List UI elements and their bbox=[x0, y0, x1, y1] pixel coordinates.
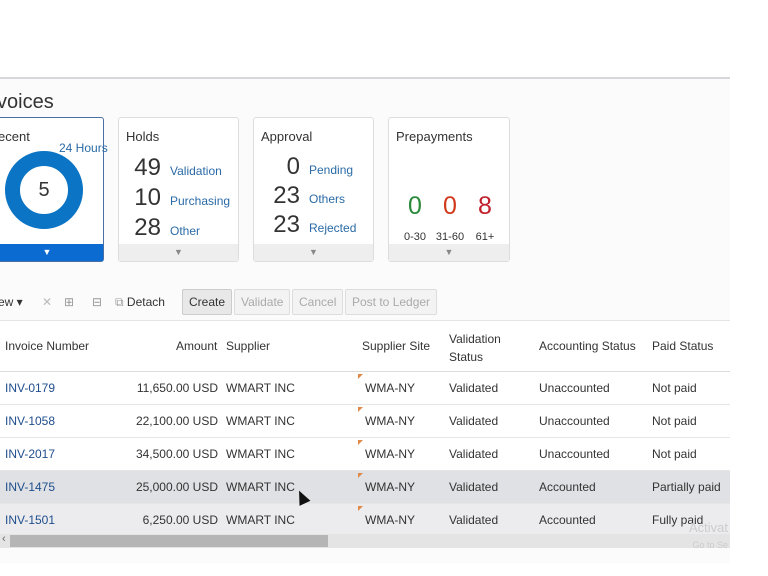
supplier: WMART INC bbox=[226, 447, 295, 461]
page-title: voices bbox=[0, 91, 54, 113]
flag-icon bbox=[358, 473, 363, 478]
accounting-status: Accounted bbox=[539, 513, 596, 527]
scroll-left-icon[interactable]: ‹ bbox=[2, 533, 6, 545]
supplier: WMART INC bbox=[226, 414, 295, 428]
toolbar: ew ▾ ✕ ⊞ ⊟ ⧉ Detach Create Validate Canc… bbox=[0, 289, 730, 317]
prepay-label: 31-60 bbox=[435, 231, 465, 243]
validation-status: Validated bbox=[449, 513, 499, 527]
col-validation-status[interactable]: Validation Status bbox=[449, 330, 511, 366]
col-accounting-status[interactable]: Accounting Status bbox=[539, 339, 636, 353]
prepayments-tile[interactable]: Prepayments 0 0 8 0-30 31-60 61+ ▼ bbox=[388, 117, 510, 262]
invoices-workarea: voices ecent 24 Hours 5 ▼ Holds 49 Valida… bbox=[0, 77, 730, 563]
paid-status: Not paid bbox=[652, 381, 697, 395]
invoice-number-link[interactable]: INV-1475 bbox=[5, 471, 55, 504]
supplier: WMART INC bbox=[226, 480, 295, 494]
table-row[interactable]: INV-1058 22,100.00 USD WMART INC WMA-NY Vali… bbox=[0, 405, 730, 438]
approval-tile[interactable]: Approval 0 Pending 23 Others 23 Rejected ▼ bbox=[253, 117, 374, 262]
invoice-number-link[interactable]: INV-0179 bbox=[5, 372, 55, 405]
recent-title: ecent bbox=[0, 129, 30, 144]
expand-icon[interactable]: ▼ bbox=[254, 244, 373, 261]
accounting-status: Unaccounted bbox=[539, 381, 610, 395]
table-header: Invoice Number Amount Supplier Supplier … bbox=[0, 320, 730, 372]
expand-icon[interactable]: ▼ bbox=[0, 244, 103, 261]
watermark-text: Activat bbox=[688, 520, 728, 535]
validate-button[interactable]: Validate bbox=[234, 289, 291, 315]
amount: 6,250.00 USD bbox=[142, 513, 218, 527]
flag-icon bbox=[358, 506, 363, 511]
holds-other[interactable]: 28 Other bbox=[119, 214, 200, 242]
supplier-site: WMA-NY bbox=[365, 447, 415, 461]
flag-icon bbox=[358, 374, 363, 379]
validation-status: Validated bbox=[449, 414, 499, 428]
flag-icon bbox=[358, 407, 363, 412]
approval-title: Approval bbox=[261, 129, 313, 144]
col-paid-status[interactable]: Paid Status bbox=[652, 339, 713, 353]
table-row[interactable]: INV-2017 34,500.00 USD WMART INC WMA-NY Vali… bbox=[0, 438, 730, 471]
paid-status: Not paid bbox=[652, 414, 697, 428]
validation-status: Validated bbox=[449, 447, 499, 461]
col-amount[interactable]: Amount bbox=[176, 339, 217, 353]
amount: 34,500.00 USD bbox=[135, 447, 218, 461]
prepay-label: 0-30 bbox=[403, 231, 427, 243]
expand-icon[interactable]: ▼ bbox=[389, 244, 509, 261]
flag-icon bbox=[358, 440, 363, 445]
top-accent bbox=[315, 77, 730, 79]
supplier: WMART INC bbox=[226, 381, 295, 395]
create-button[interactable]: Create bbox=[182, 289, 233, 315]
delete-icon[interactable]: ✕ bbox=[42, 289, 52, 315]
invoice-number-link[interactable]: INV-2017 bbox=[5, 438, 55, 471]
table-row[interactable]: INV-1475 25,000.00 USD WMART INC WMA-NY Vali… bbox=[0, 471, 730, 504]
col-supplier[interactable]: Supplier bbox=[226, 339, 270, 353]
supplier-site: WMA-NY bbox=[365, 513, 415, 527]
prepay-0-30-count[interactable]: 0 bbox=[400, 192, 430, 221]
prepay-61-count[interactable]: 8 bbox=[470, 192, 500, 221]
supplier-site: WMA-NY bbox=[365, 381, 415, 395]
wrap-icon[interactable]: ⊟ bbox=[92, 289, 102, 315]
validation-status: Validated bbox=[449, 381, 499, 395]
detach-button[interactable]: ⧉ Detach bbox=[115, 289, 165, 315]
accounting-status: Unaccounted bbox=[539, 414, 610, 428]
recent-tile[interactable]: ecent 24 Hours 5 ▼ bbox=[0, 117, 108, 262]
approval-pending[interactable]: 0 Pending bbox=[258, 153, 353, 181]
accounting-status: Unaccounted bbox=[539, 447, 610, 461]
recent-period[interactable]: 24 Hours bbox=[59, 141, 108, 155]
col-supplier-site[interactable]: Supplier Site bbox=[362, 339, 430, 353]
amount: 22,100.00 USD bbox=[135, 414, 218, 428]
holds-validation[interactable]: 49 Validation bbox=[119, 154, 222, 182]
paid-status: Partially paid bbox=[652, 480, 721, 494]
expand-icon[interactable]: ▼ bbox=[119, 244, 238, 261]
accounting-status: Accounted bbox=[539, 480, 596, 494]
table-row[interactable]: INV-0179 11,650.00 USD WMART INC WMA-NY Vali… bbox=[0, 372, 730, 405]
supplier: WMART INC bbox=[226, 513, 295, 527]
prepay-label: 61+ bbox=[475, 231, 495, 243]
supplier-site: WMA-NY bbox=[365, 480, 415, 494]
amount: 11,650.00 USD bbox=[136, 381, 218, 395]
recent-donut[interactable]: 5 bbox=[5, 151, 83, 229]
col-invoice-number[interactable]: Invoice Number bbox=[5, 339, 89, 353]
view-menu[interactable]: ew ▾ bbox=[0, 289, 23, 315]
amount: 25,000.00 USD bbox=[135, 480, 218, 494]
detach-icon: ⧉ bbox=[115, 295, 124, 309]
freeze-icon[interactable]: ⊞ bbox=[64, 289, 74, 315]
invoices-table: Invoice Number Amount Supplier Supplier … bbox=[0, 320, 730, 537]
invoice-number-link[interactable]: INV-1058 bbox=[5, 405, 55, 438]
paid-status: Not paid bbox=[652, 447, 697, 461]
table-row[interactable]: INV-1501 6,250.00 USD WMART INC WMA-NY Valid… bbox=[0, 504, 730, 537]
approval-others[interactable]: 23 Others bbox=[258, 182, 345, 210]
validation-status: Validated bbox=[449, 480, 499, 494]
holds-tile[interactable]: Holds 49 Validation 10 Purchasing 28 Other … bbox=[118, 117, 239, 262]
invoice-number-link[interactable]: INV-1501 bbox=[5, 504, 55, 537]
supplier-site: WMA-NY bbox=[365, 414, 415, 428]
watermark-text: Go to Se bbox=[692, 540, 728, 550]
post-to-ledger-button[interactable]: Post to Ledger bbox=[345, 289, 438, 315]
holds-title: Holds bbox=[126, 129, 160, 144]
prepay-31-60-count[interactable]: 0 bbox=[435, 192, 465, 221]
prepayments-title: Prepayments bbox=[396, 129, 473, 144]
approval-rejected[interactable]: 23 Rejected bbox=[258, 211, 356, 239]
holds-purchasing[interactable]: 10 Purchasing bbox=[119, 184, 230, 212]
scrollbar-thumb[interactable] bbox=[10, 535, 328, 547]
cancel-button[interactable]: Cancel bbox=[292, 289, 344, 315]
horizontal-scrollbar[interactable]: ‹ Activat Go to Se bbox=[0, 520, 730, 550]
